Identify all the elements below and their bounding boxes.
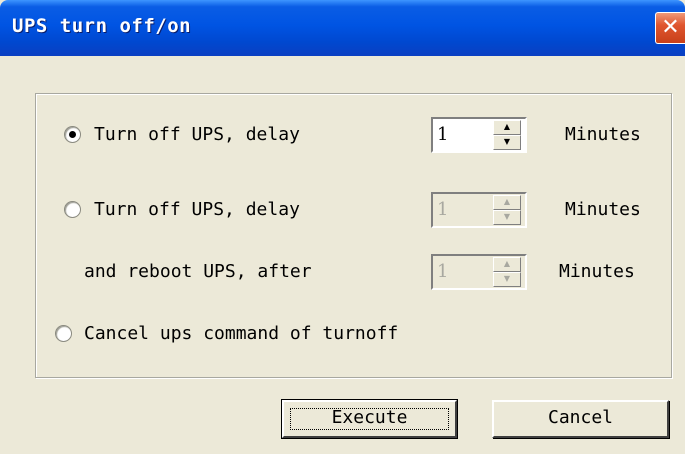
arrow-down-icon: ▼ <box>493 272 521 287</box>
radio-cancel-turnoff[interactable] <box>55 325 72 342</box>
option-cancel-turnoff-label: Cancel ups command of turnoff <box>84 323 399 344</box>
arrow-down-icon: ▼ <box>493 210 521 225</box>
close-button[interactable]: ✕ <box>655 12 685 44</box>
reboot-after-spinner[interactable]: 1 ▲ ▼ <box>431 254 527 290</box>
radio-turn-off[interactable] <box>64 126 81 143</box>
option-turn-off-label: Turn off UPS, delay <box>94 124 300 145</box>
arrow-up-icon: ▲ <box>493 195 521 210</box>
window-title: UPS turn off/on <box>12 15 192 37</box>
execute-button[interactable]: Execute <box>281 399 458 439</box>
title-bar[interactable]: UPS turn off/on ✕ <box>0 0 685 56</box>
spinner-value[interactable]: 1 <box>437 124 448 145</box>
cancel-label: Cancel <box>547 407 614 428</box>
close-icon: ✕ <box>661 15 680 40</box>
reboot-after-label: and reboot UPS, after <box>84 261 312 282</box>
arrow-up-icon[interactable]: ▲ <box>493 120 521 135</box>
option-turn-off-reboot-label: Turn off UPS, delay <box>94 199 300 220</box>
cancel-button[interactable]: Cancel <box>492 400 669 438</box>
unit-label: Minutes <box>565 199 641 220</box>
arrow-down-icon[interactable]: ▼ <box>493 135 521 150</box>
radio-selected-dot <box>69 131 76 138</box>
reboot-delay-spinner[interactable]: 1 ▲ ▼ <box>431 192 527 228</box>
radio-turn-off-reboot[interactable] <box>64 201 81 218</box>
arrow-up-icon: ▲ <box>493 257 521 272</box>
spinner-value: 1 <box>437 199 449 220</box>
turn-off-delay-spinner[interactable]: 1 ▲ ▼ <box>431 117 527 153</box>
unit-label: Minutes <box>559 261 635 282</box>
unit-label: Minutes <box>565 124 641 145</box>
execute-label: Execute <box>331 407 408 428</box>
spinner-value: 1 <box>437 261 449 282</box>
